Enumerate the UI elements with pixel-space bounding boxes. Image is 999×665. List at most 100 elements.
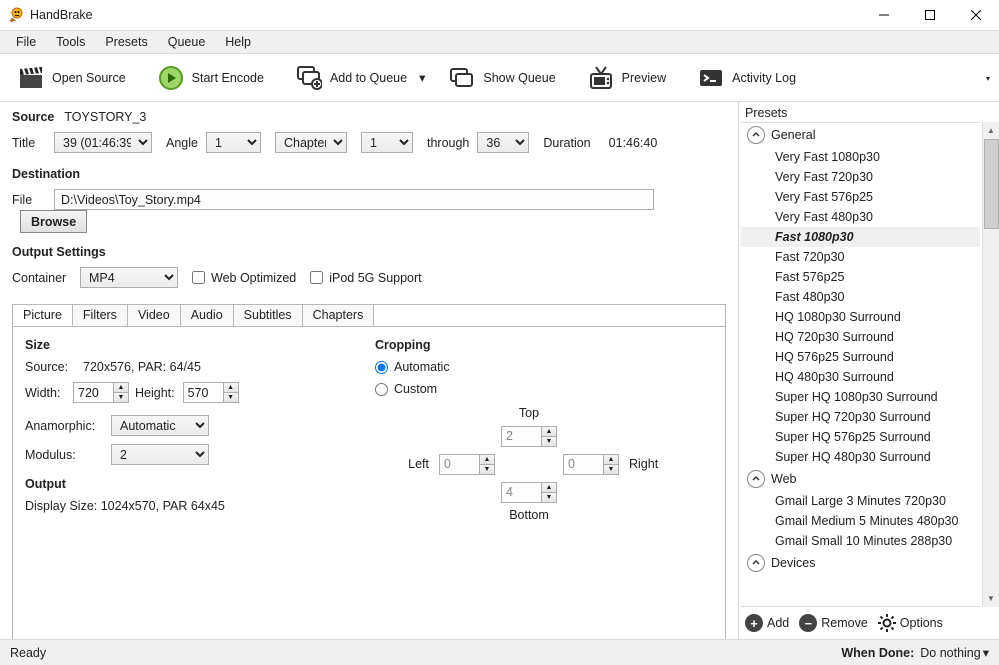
toolbar: Open Source Start Encode Add to Queue ▾ … [0, 54, 999, 102]
preset-item[interactable]: Fast 1080p30 [741, 227, 980, 247]
preset-item[interactable]: Very Fast 480p30 [741, 207, 980, 227]
tab-filters[interactable]: Filters [72, 304, 128, 326]
tab-audio[interactable]: Audio [180, 304, 234, 326]
play-icon [158, 65, 184, 91]
output-heading: Output [25, 477, 66, 491]
window-title: HandBrake [30, 8, 93, 22]
start-encode-label: Start Encode [192, 71, 264, 85]
modulus-label: Modulus: [25, 448, 103, 462]
preset-item[interactable]: Fast 576p25 [741, 267, 980, 287]
container-select[interactable]: MP4 [80, 267, 178, 288]
statusbar: Ready When Done: Do nothing▾ [0, 639, 999, 665]
chapter-to-select[interactable]: 36 [477, 132, 529, 153]
cropping-automatic-radio[interactable]: Automatic [375, 360, 450, 374]
source-label: Source [12, 110, 54, 124]
duration-label: Duration [543, 136, 590, 150]
modulus-select[interactable]: 2 [111, 444, 209, 465]
chapter-from-select[interactable]: 1 [361, 132, 413, 153]
preset-category-web[interactable]: Web [741, 467, 980, 491]
src-dims-value: 720x576, PAR: 64/45 [83, 360, 201, 374]
when-done-select[interactable]: Do nothing▾ [920, 645, 989, 660]
cropping-custom-radio[interactable]: Custom [375, 382, 437, 396]
preset-category-devices[interactable]: Devices [741, 551, 980, 575]
open-source-label: Open Source [52, 71, 126, 85]
tab-chapters[interactable]: Chapters [302, 304, 375, 326]
file-label: File [12, 193, 46, 207]
preset-item[interactable]: Super HQ 720p30 Surround [741, 407, 980, 427]
preset-remove-button[interactable]: −Remove [799, 614, 868, 632]
tab-subtitles[interactable]: Subtitles [233, 304, 303, 326]
activity-log-button[interactable]: Activity Log [688, 61, 814, 95]
preset-item[interactable]: Very Fast 720p30 [741, 167, 980, 187]
open-source-button[interactable]: Open Source [8, 61, 144, 95]
menu-queue[interactable]: Queue [158, 33, 216, 51]
preset-item[interactable]: Gmail Large 3 Minutes 720p30 [741, 491, 980, 511]
menu-help[interactable]: Help [215, 33, 261, 51]
web-optimized-checkbox[interactable]: Web Optimized [192, 271, 296, 285]
width-label: Width: [25, 386, 65, 400]
preset-item[interactable]: Super HQ 480p30 Surround [741, 447, 980, 467]
anamorphic-select[interactable]: Automatic [111, 415, 209, 436]
presets-tree[interactable]: GeneralVery Fast 1080p30Very Fast 720p30… [741, 122, 980, 607]
preset-item[interactable]: Very Fast 1080p30 [741, 147, 980, 167]
dropdown-caret-icon[interactable]: ▾ [419, 70, 425, 85]
add-to-queue-label: Add to Queue [330, 71, 407, 85]
anamorphic-label: Anamorphic: [25, 419, 103, 433]
minimize-button[interactable] [861, 0, 907, 30]
ipod-checkbox[interactable]: iPod 5G Support [310, 271, 421, 285]
preset-options-button[interactable]: Options [878, 614, 943, 632]
menu-presets[interactable]: Presets [95, 33, 157, 51]
toolbar-overflow-button[interactable]: ▾ [981, 60, 995, 96]
menubar: File Tools Presets Queue Help [0, 30, 999, 54]
preset-add-button[interactable]: +Add [745, 614, 789, 632]
preset-item[interactable]: Fast 480p30 [741, 287, 980, 307]
size-heading: Size [25, 338, 50, 352]
tab-picture[interactable]: Picture [12, 304, 73, 326]
height-label: Height: [135, 386, 175, 400]
cropping-heading: Cropping [375, 338, 431, 352]
preset-category-general[interactable]: General [741, 123, 980, 147]
scroll-thumb[interactable] [984, 139, 999, 229]
preset-item[interactable]: HQ 576p25 Surround [741, 347, 980, 367]
collapse-icon[interactable] [747, 126, 765, 144]
collapse-icon[interactable] [747, 554, 765, 572]
crop-top-stepper[interactable]: ▲▼ [501, 426, 557, 447]
plus-icon: + [745, 614, 763, 632]
crop-left-stepper[interactable]: ▲▼ [439, 454, 495, 475]
presets-header: Presets [739, 102, 999, 122]
crop-bottom-label: Bottom [509, 508, 549, 522]
add-to-queue-button[interactable]: Add to Queue ▾ [286, 61, 435, 95]
preset-item[interactable]: Fast 720p30 [741, 247, 980, 267]
preset-item[interactable]: Gmail Medium 5 Minutes 480p30 [741, 511, 980, 531]
scroll-down-icon[interactable]: ▼ [983, 590, 999, 607]
width-stepper[interactable]: ▲▼ [73, 382, 129, 403]
height-stepper[interactable]: ▲▼ [183, 382, 239, 403]
tab-video[interactable]: Video [127, 304, 181, 326]
scroll-up-icon[interactable]: ▲ [983, 122, 999, 139]
preset-item[interactable]: Super HQ 576p25 Surround [741, 427, 980, 447]
menu-tools[interactable]: Tools [46, 33, 95, 51]
preset-item[interactable]: HQ 480p30 Surround [741, 367, 980, 387]
file-input[interactable] [54, 189, 654, 210]
maximize-button[interactable] [907, 0, 953, 30]
preset-item[interactable]: Super HQ 1080p30 Surround [741, 387, 980, 407]
collapse-icon[interactable] [747, 470, 765, 488]
browse-button[interactable]: Browse [20, 210, 87, 233]
title-select[interactable]: 39 (01:46:39) [54, 132, 152, 153]
preset-item[interactable]: HQ 720p30 Surround [741, 327, 980, 347]
start-encode-button[interactable]: Start Encode [148, 61, 282, 95]
range-mode-select[interactable]: Chapters [275, 132, 347, 153]
preview-button[interactable]: Preview [578, 61, 684, 95]
presets-scrollbar[interactable]: ▲ ▼ [982, 122, 999, 607]
preset-item[interactable]: Very Fast 576p25 [741, 187, 980, 207]
menu-file[interactable]: File [6, 33, 46, 51]
angle-select[interactable]: 1 [206, 132, 261, 153]
crop-bottom-stepper[interactable]: ▲▼ [501, 482, 557, 503]
crop-right-label: Right [629, 457, 658, 471]
preset-item[interactable]: HQ 1080p30 Surround [741, 307, 980, 327]
preset-item[interactable]: Gmail Small 10 Minutes 288p30 [741, 531, 980, 551]
angle-label: Angle [166, 136, 198, 150]
show-queue-button[interactable]: Show Queue [439, 61, 573, 95]
crop-right-stepper[interactable]: ▲▼ [563, 454, 619, 475]
close-button[interactable] [953, 0, 999, 30]
